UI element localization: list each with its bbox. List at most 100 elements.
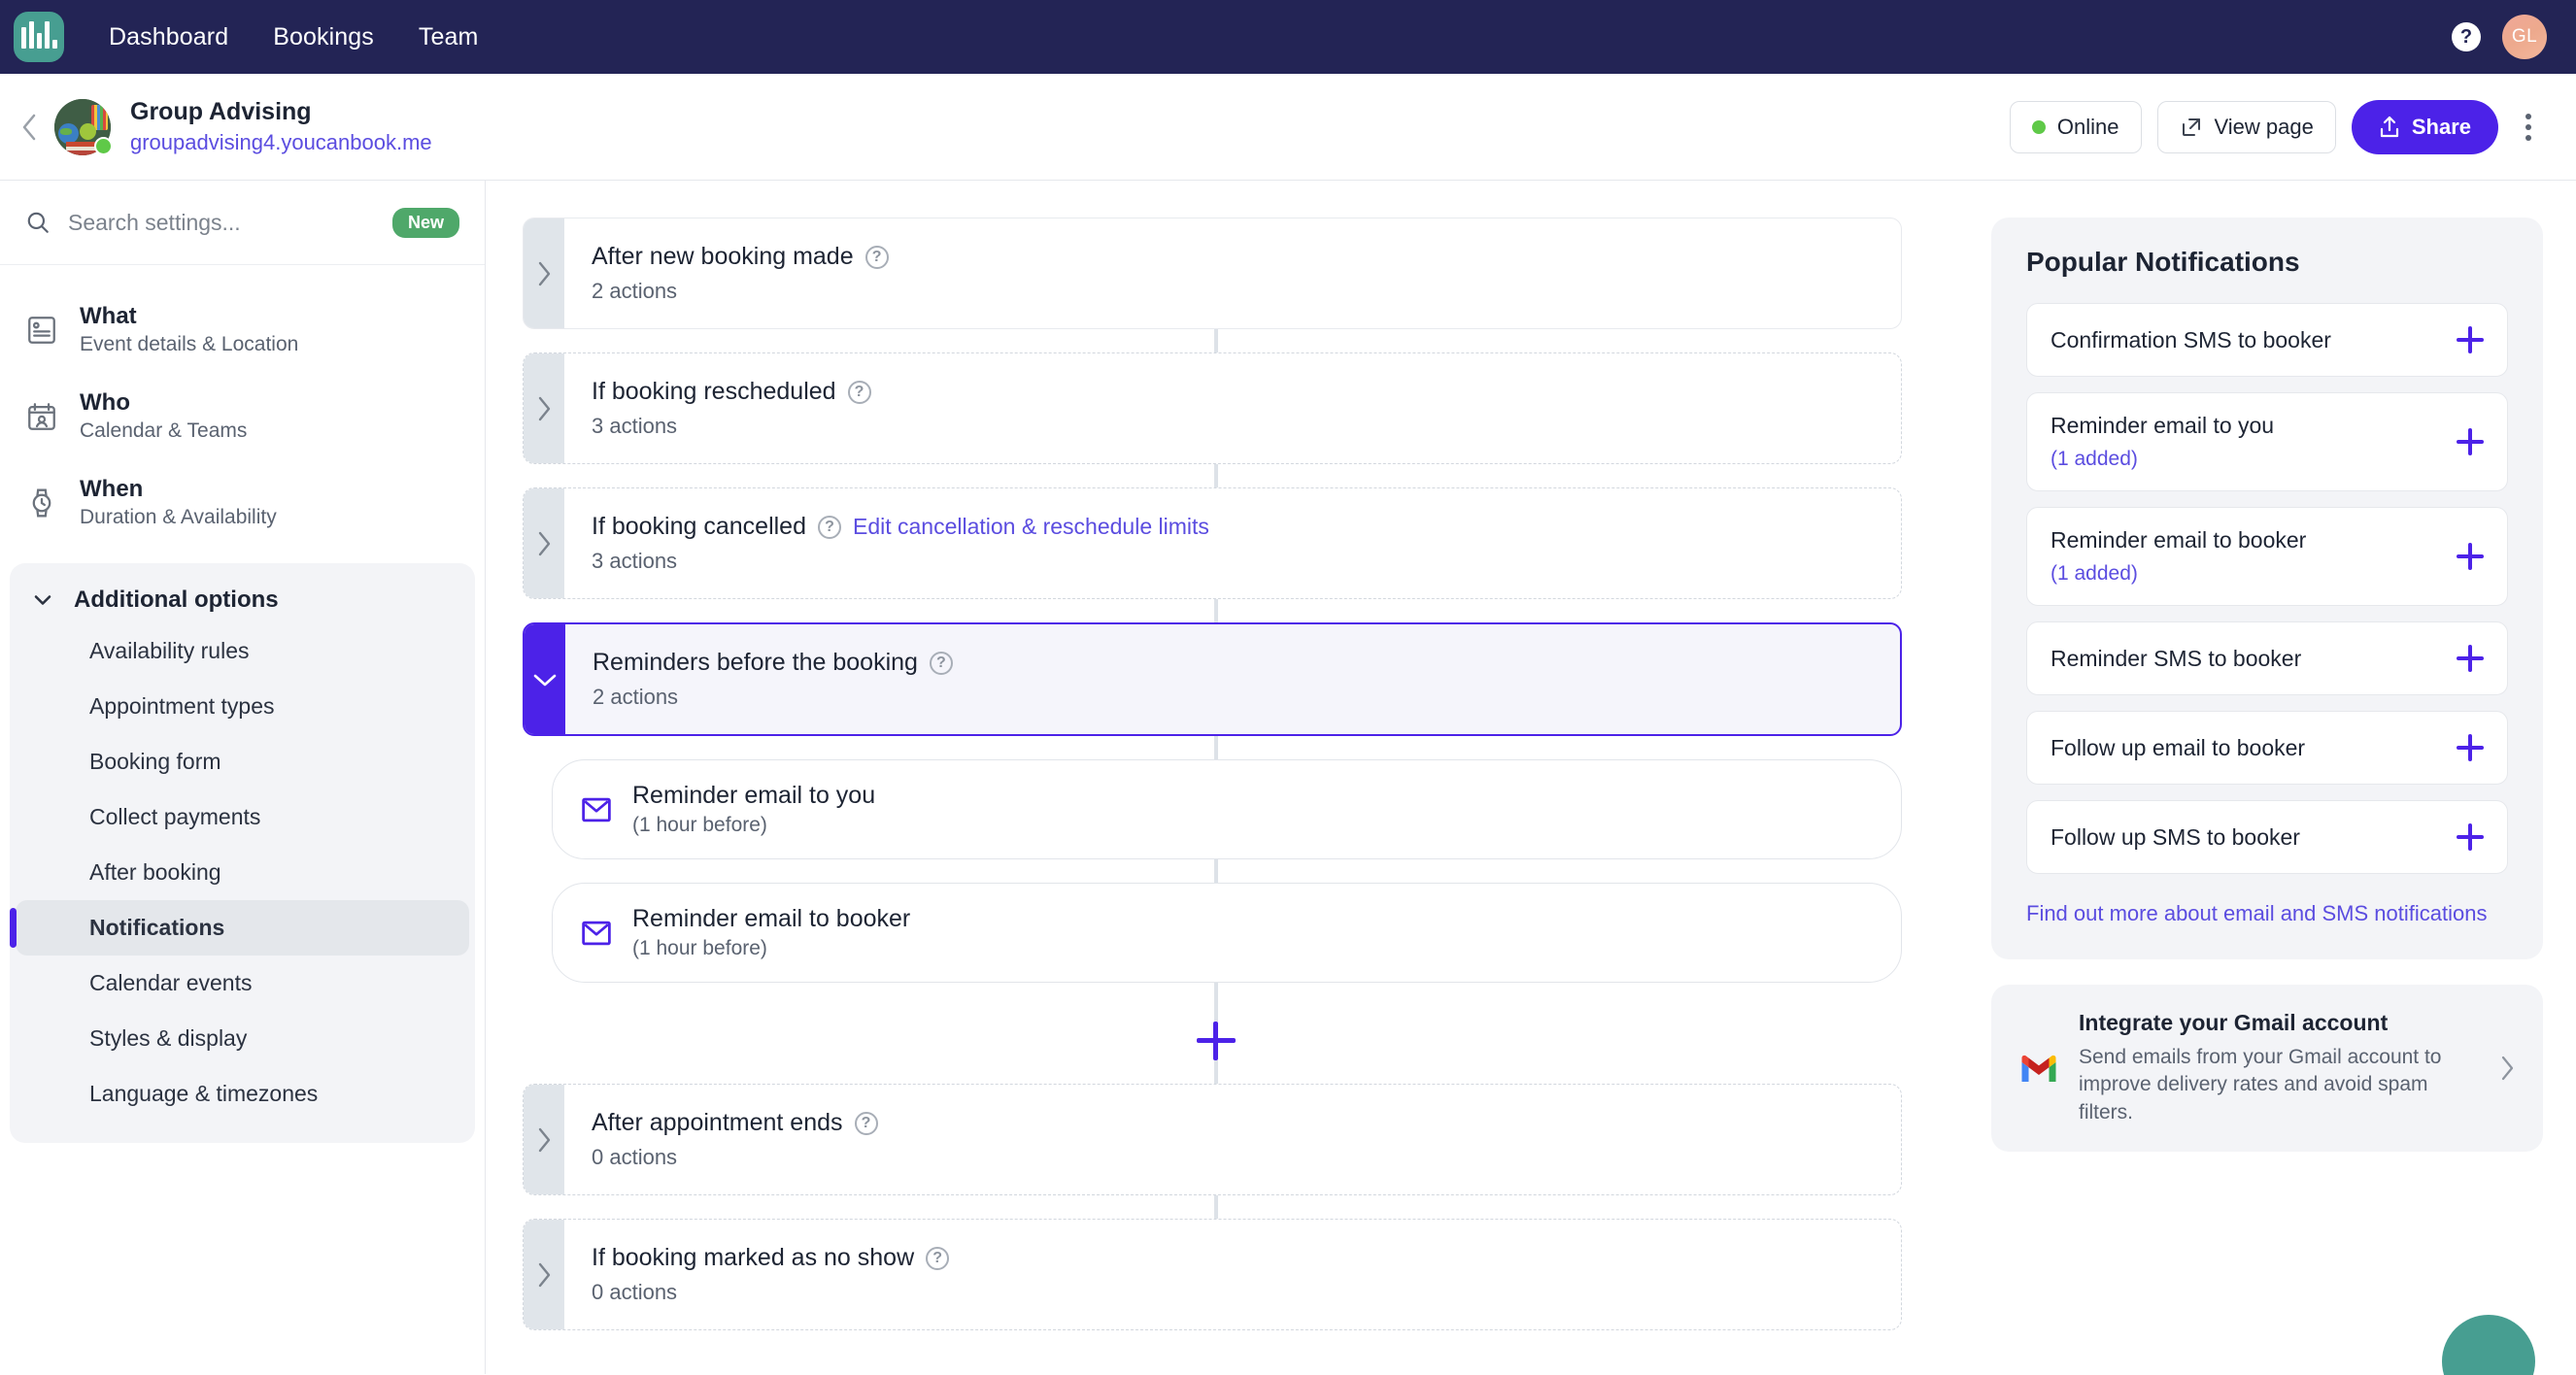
help-tooltip-icon[interactable]: ? [817, 515, 841, 539]
expand-chevron-icon[interactable] [524, 1220, 564, 1329]
trigger-title: After appointment ends [592, 1109, 843, 1136]
help-tooltip-icon[interactable]: ? [847, 380, 871, 404]
status-badge[interactable]: Online [2009, 100, 2142, 153]
user-avatar[interactable]: GL [2502, 15, 2547, 59]
notification-texts: Reminder SMS to booker [2051, 646, 2301, 672]
online-status-dot [94, 136, 113, 155]
logo-bar [51, 40, 57, 49]
sidebar-item-collect-payments[interactable]: Collect payments [10, 789, 475, 845]
sidebar-item-after-booking[interactable]: After booking [10, 845, 475, 900]
collapse-chevron-icon[interactable] [525, 624, 565, 734]
avatar-apple [80, 122, 96, 140]
action-title: Reminder email to you [632, 782, 876, 809]
expand-chevron-icon[interactable] [524, 218, 564, 328]
sidebar-main-items: What Event details & Location Who Calend… [0, 265, 485, 546]
trigger-actions-count: 2 actions [593, 685, 679, 709]
help-tooltip-icon[interactable]: ? [854, 1111, 878, 1135]
trigger-title: Reminders before the booking [593, 649, 918, 676]
nav-link-dashboard[interactable]: Dashboard [109, 23, 228, 51]
back-chevron-icon[interactable] [10, 108, 49, 147]
sidebar-item-when[interactable]: When Duration & Availability [0, 459, 485, 546]
sidebar-item-who[interactable]: Who Calendar & Teams [0, 373, 485, 459]
edit-cancellation-limits-link[interactable]: Edit cancellation & reschedule limits [853, 514, 1209, 540]
sidebar-item-subtitle: Event details & Location [80, 333, 299, 355]
action-card-reminder-email-to-you[interactable]: Reminder email to you (1 hour before) [552, 759, 1902, 859]
nav-link-bookings[interactable]: Bookings [273, 23, 374, 51]
add-notification-icon[interactable] [2457, 823, 2484, 851]
notification-texts: Reminder email to booker (1 added) [2051, 527, 2306, 586]
sidebar-item-booking-form[interactable]: Booking form [10, 734, 475, 789]
sidebar-item-notifications[interactable]: Notifications [10, 900, 469, 956]
search-input[interactable] [68, 209, 375, 236]
external-link-icon [2182, 117, 2200, 136]
action-timing: (1 hour before) [632, 937, 767, 959]
trigger-actions-count: 3 actions [592, 414, 678, 438]
logo-bar [36, 33, 42, 49]
trigger-title: If booking rescheduled [592, 378, 836, 405]
additional-options-toggle[interactable]: Additional options [10, 577, 475, 623]
youcanbookme-logo[interactable] [14, 12, 64, 62]
popular-notification-reminder-sms-booker[interactable]: Reminder SMS to booker [2026, 621, 2508, 695]
trigger-card-after-new-booking[interactable]: After new booking made ? 2 actions [523, 218, 1902, 329]
gmail-card-texts: Integrate your Gmail account Send emails… [2079, 1010, 2479, 1126]
more-options-icon[interactable] [2514, 106, 2543, 149]
share-button[interactable]: Share [2351, 99, 2498, 154]
sidebar-item-calendar-events[interactable]: Calendar events [10, 956, 475, 1011]
popular-notifications-panel: Popular Notifications Confirmation SMS t… [1991, 218, 2543, 959]
event-header-bar: Group Advising groupadvising4.youcanbook… [0, 74, 2576, 181]
help-icon[interactable]: ? [2452, 22, 2481, 51]
gmail-integration-card[interactable]: Integrate your Gmail account Send emails… [1991, 985, 2543, 1153]
trigger-card-body: If booking cancelled ? Edit cancellation… [564, 488, 1901, 598]
expand-chevron-icon[interactable] [524, 353, 564, 463]
right-sidebar: Popular Notifications Confirmation SMS t… [1974, 181, 2576, 1374]
popular-notification-reminder-email-booker[interactable]: Reminder email to booker (1 added) [2026, 507, 2508, 606]
popular-notification-followup-sms-booker[interactable]: Follow up SMS to booker [2026, 800, 2508, 874]
action-title: Reminder email to booker [632, 905, 911, 932]
trigger-card-if-booking-rescheduled[interactable]: If booking rescheduled ? 3 actions [523, 352, 1902, 464]
watch-clock-icon [32, 488, 51, 517]
trigger-card-after-appointment-ends[interactable]: After appointment ends ? 0 actions [523, 1084, 1902, 1195]
email-icon [582, 921, 611, 945]
add-notification-icon[interactable] [2457, 428, 2484, 455]
gmail-card-title: Integrate your Gmail account [2079, 1010, 2389, 1035]
view-page-button[interactable]: View page [2156, 100, 2336, 153]
sidebar-item-subtitle: Calendar & Teams [80, 419, 248, 442]
sidebar-item-styles-display[interactable]: Styles & display [10, 1011, 475, 1066]
new-badge[interactable]: New [391, 207, 459, 238]
status-label: Online [2056, 114, 2119, 139]
popular-notifications-title: Popular Notifications [2026, 247, 2300, 277]
event-header-actions: Online View page Share [2009, 99, 2543, 154]
nav-link-team[interactable]: Team [419, 23, 479, 51]
avatar-globe [58, 122, 79, 144]
help-tooltip-icon[interactable]: ? [929, 651, 953, 675]
sidebar-item-what[interactable]: What Event details & Location [0, 286, 485, 373]
find-out-more-link[interactable]: Find out more about email and SMS notifi… [2026, 901, 2487, 926]
gmail-card-description: Send emails from your Gmail account to i… [2079, 1046, 2442, 1123]
chevron-right-icon[interactable] [2498, 1054, 2516, 1083]
popular-notification-reminder-email-you[interactable]: Reminder email to you (1 added) [2026, 392, 2508, 491]
help-tooltip-icon[interactable]: ? [926, 1246, 950, 1270]
trigger-card-reminders-before-booking[interactable]: Reminders before the booking ? 2 actions [523, 622, 1902, 736]
sidebar-item-language-timezones[interactable]: Language & timezones [10, 1066, 475, 1122]
nav-right-group: ? GL [2452, 15, 2547, 59]
help-tooltip-icon[interactable]: ? [864, 245, 889, 269]
notification-label: Reminder email to booker [2051, 527, 2307, 553]
add-notification-icon[interactable] [2457, 734, 2484, 761]
add-notification-icon[interactable] [2457, 645, 2484, 672]
action-card-reminder-email-to-booker[interactable]: Reminder email to booker (1 hour before) [552, 883, 1902, 983]
sidebar-item-appointment-types[interactable]: Appointment types [10, 679, 475, 734]
logo-bar [20, 27, 26, 49]
sidebar-item-availability-rules[interactable]: Availability rules [10, 623, 475, 679]
trigger-actions-count: 2 actions [592, 279, 678, 303]
trigger-card-if-booking-no-show[interactable]: If booking marked as no show ? 0 actions [523, 1219, 1902, 1330]
add-notification-icon[interactable] [2457, 326, 2484, 353]
expand-chevron-icon[interactable] [524, 488, 564, 598]
add-action-icon[interactable] [1197, 1022, 1236, 1060]
trigger-title-row: After appointment ends ? [592, 1109, 1874, 1137]
add-notification-icon[interactable] [2457, 543, 2484, 570]
popular-notification-confirmation-sms-booker[interactable]: Confirmation SMS to booker [2026, 303, 2508, 377]
event-url-link[interactable]: groupadvising4.youcanbook.me [130, 130, 432, 155]
expand-chevron-icon[interactable] [524, 1085, 564, 1194]
trigger-card-if-booking-cancelled[interactable]: If booking cancelled ? Edit cancellation… [523, 487, 1902, 599]
popular-notification-followup-email-booker[interactable]: Follow up email to booker [2026, 711, 2508, 785]
